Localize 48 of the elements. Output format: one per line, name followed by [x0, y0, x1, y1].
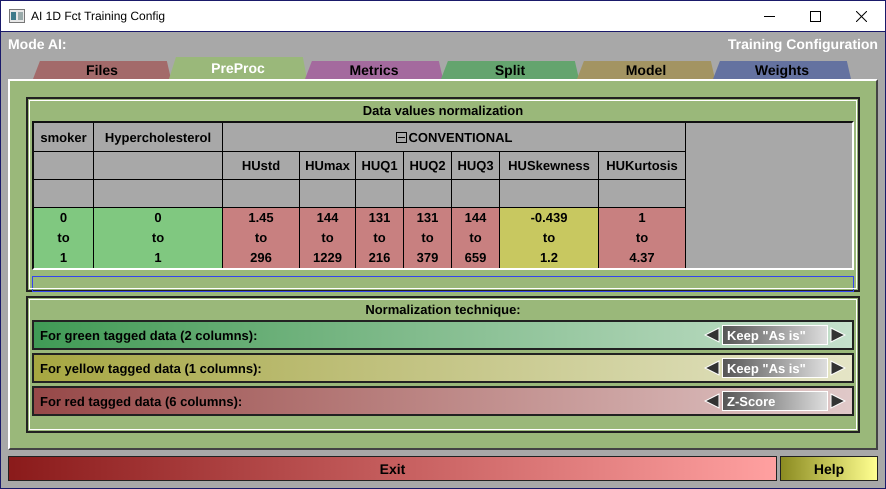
column-header: HUstd: [223, 152, 300, 180]
previous-arrow-icon[interactable]: [704, 360, 720, 376]
tab[interactable]: Weights: [713, 61, 851, 79]
group-header: CONVENTIONAL: [408, 130, 512, 144]
help-button[interactable]: Help: [780, 456, 878, 481]
column-header: HUQ1: [356, 152, 404, 180]
tab[interactable]: Model: [577, 61, 715, 79]
maximize-icon[interactable]: [810, 10, 821, 22]
tab[interactable]: Metrics: [305, 61, 443, 79]
range-cell: 144 to 659: [452, 208, 500, 268]
config-label: Training Configuration: [728, 36, 878, 53]
mode-label: Mode AI:: [8, 36, 67, 53]
range-cell: 1.45 to 296: [223, 208, 300, 268]
column-header: Hypercholesterol: [94, 123, 223, 152]
range-cell: -0.439 to 1.2: [500, 208, 599, 268]
tab[interactable]: Files: [33, 61, 171, 79]
previous-arrow-icon[interactable]: [704, 393, 720, 409]
app-icon: [9, 9, 25, 23]
technique-value[interactable]: Keep "As is": [722, 325, 828, 345]
column-header: HUQ3: [452, 152, 500, 180]
range-cell: 131 to 379: [404, 208, 452, 268]
column-header: HUmax: [300, 152, 356, 180]
next-arrow-icon[interactable]: [830, 327, 846, 343]
column-header: HUSkewness: [500, 152, 599, 180]
next-arrow-icon[interactable]: [830, 393, 846, 409]
group-title: Data values normalization: [362, 102, 524, 120]
range-cell: 0 to 1: [94, 208, 223, 268]
previous-arrow-icon[interactable]: [704, 327, 720, 343]
expander-icon[interactable]: [396, 132, 406, 142]
close-icon[interactable]: [856, 10, 867, 22]
exit-button[interactable]: Exit: [8, 456, 777, 481]
table-cell: [34, 152, 94, 180]
range-cell: 1 to 4.37: [599, 208, 686, 268]
range-cell: 0 to 1: [34, 208, 94, 268]
window-title: AI 1D Fct Training Config: [31, 9, 166, 23]
tab[interactable]: Split: [441, 61, 579, 79]
technique-value[interactable]: Z-Score: [722, 391, 828, 411]
group-title: Normalization technique:: [364, 301, 522, 319]
row-label: For yellow tagged data (1 columns):: [40, 360, 262, 376]
next-arrow-icon[interactable]: [830, 360, 846, 376]
technique-value[interactable]: Keep "As is": [722, 358, 828, 378]
range-cell: 144 to 1229: [300, 208, 356, 268]
range-cell: 131 to 216: [356, 208, 404, 268]
column-header: HUKurtosis: [599, 152, 686, 180]
row-label: For red tagged data (6 columns):: [40, 394, 242, 408]
column-header: HUQ2: [404, 152, 452, 180]
row-label: For green tagged data (2 columns):: [40, 328, 258, 342]
column-header: smoker: [34, 123, 94, 152]
